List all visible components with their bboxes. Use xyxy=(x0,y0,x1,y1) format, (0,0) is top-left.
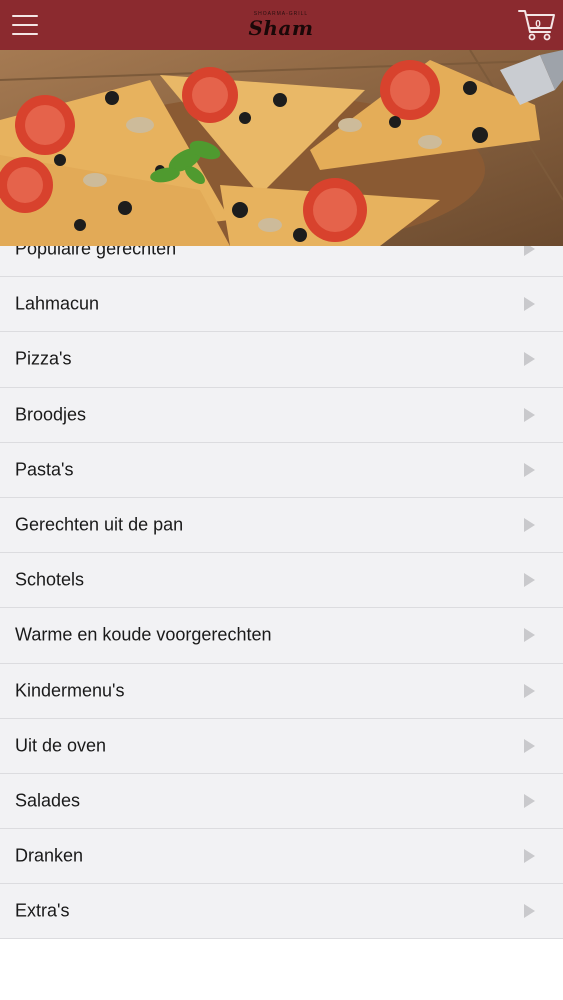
chevron-right-icon xyxy=(524,793,535,808)
logo-title: Sham xyxy=(248,16,314,40)
list-item[interactable]: Salades xyxy=(0,773,563,830)
chevron-right-icon xyxy=(524,628,535,643)
category-label: Salades xyxy=(15,790,81,811)
restaurant-logo[interactable]: Shoarma-Grill Sham xyxy=(231,4,331,46)
hero-pizza-image xyxy=(0,50,563,246)
list-item[interactable]: Broodjes xyxy=(0,387,563,443)
list-item[interactable]: Uit de oven xyxy=(0,718,563,774)
list-item[interactable]: Pizza's xyxy=(0,332,563,388)
category-label: Uit de oven xyxy=(15,735,107,756)
list-item[interactable]: Kindermenu's xyxy=(0,663,563,719)
chevron-right-icon xyxy=(524,738,535,753)
chevron-right-icon xyxy=(524,518,535,533)
category-label: Lahmacun xyxy=(15,293,100,314)
list-item[interactable]: Dranken xyxy=(0,829,563,885)
list-item[interactable]: Extra's xyxy=(0,884,563,940)
chevron-right-icon xyxy=(524,352,535,367)
hamburger-menu-icon[interactable] xyxy=(10,12,42,38)
category-label: Gerechten uit de pan xyxy=(15,514,184,535)
list-item[interactable]: Gerechten uit de pan xyxy=(0,497,563,554)
category-list: Populaire gerechten Lahmacun Pizza's Bro… xyxy=(0,222,563,940)
list-item[interactable]: Schotels xyxy=(0,553,563,609)
chevron-right-icon xyxy=(524,573,535,588)
pizza-slices-photo xyxy=(0,50,563,246)
cart-count-badge: 0 xyxy=(535,19,541,30)
category-label: Extra's xyxy=(15,900,70,921)
chevron-right-icon xyxy=(524,904,535,919)
category-label: Warme en koude voorgerechten xyxy=(15,624,272,645)
chevron-right-icon xyxy=(524,849,535,864)
app-header: Shoarma-Grill Sham 0 xyxy=(0,0,563,50)
category-label: Pasta's xyxy=(15,459,74,480)
category-label: Pizza's xyxy=(15,348,72,369)
category-label: Dranken xyxy=(15,845,84,866)
chevron-right-icon xyxy=(524,297,535,312)
list-item[interactable]: Pasta's xyxy=(0,442,563,498)
list-item[interactable]: Warme en koude voorgerechten xyxy=(0,608,563,664)
list-item[interactable]: Lahmacun xyxy=(0,277,563,333)
category-label: Broodjes xyxy=(15,404,87,425)
category-label: Schotels xyxy=(15,569,85,590)
shopping-cart-button[interactable]: 0 xyxy=(517,6,557,44)
chevron-right-icon xyxy=(524,407,535,422)
chevron-right-icon xyxy=(524,683,535,698)
chevron-right-icon xyxy=(524,462,535,477)
category-label: Kindermenu's xyxy=(15,680,125,701)
